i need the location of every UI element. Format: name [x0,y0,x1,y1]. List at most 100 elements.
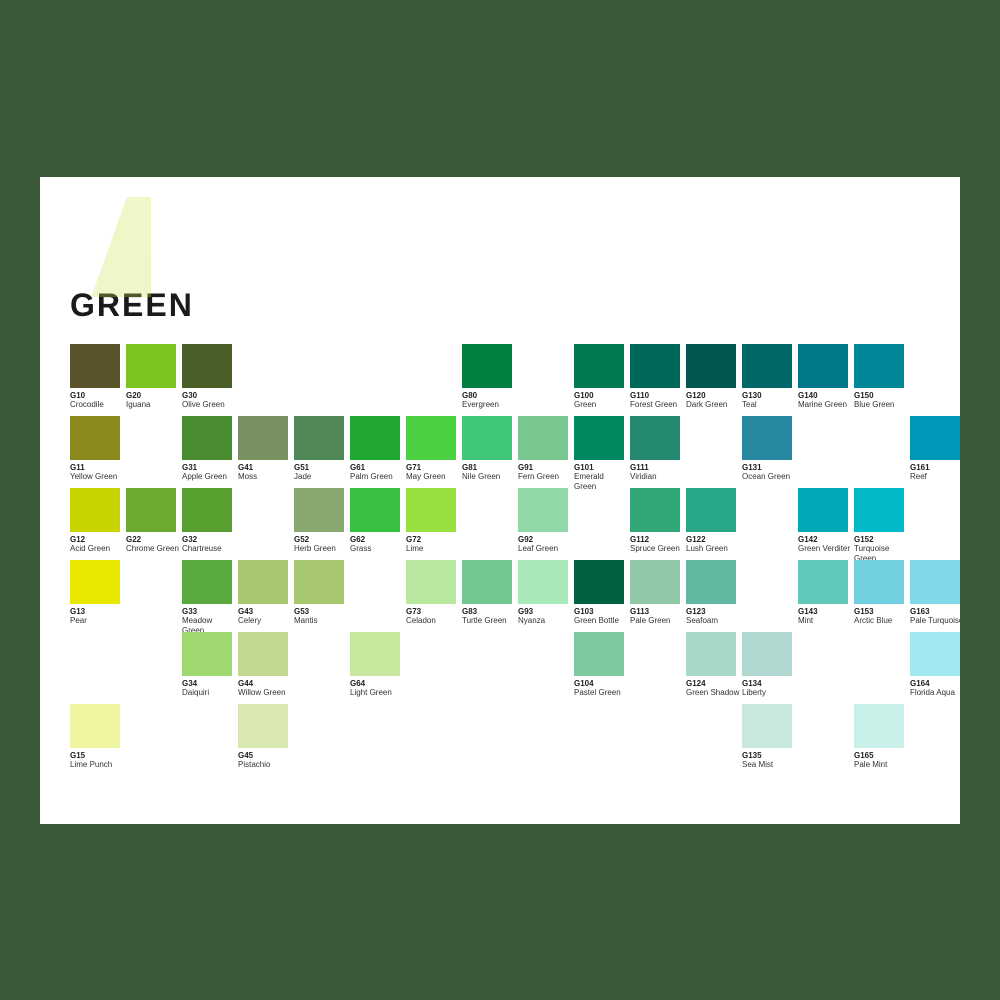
color-code: G93 [518,607,572,617]
color-code: G143 [798,607,852,617]
color-item: G80Evergreen [462,344,516,410]
color-item: G20Iguana [126,344,180,410]
color-swatch [798,344,848,388]
color-item: G134Liberty [742,632,796,698]
color-swatch [686,488,736,532]
color-code: G34 [182,679,236,689]
color-name: Jade [294,472,348,482]
color-code: G33 [182,607,236,617]
color-name: Daiquiri [182,688,236,698]
color-name: Willow Green [238,688,292,698]
color-swatch [350,416,400,460]
color-swatch [462,560,512,604]
color-item: G103Green Bottle [574,560,628,626]
color-item: G64Light Green [350,632,404,698]
color-swatch [294,416,344,460]
color-name: Reef [910,472,960,482]
color-swatch [742,704,792,748]
color-name: Grass [350,544,404,554]
color-swatch [574,416,624,460]
color-swatch [182,344,232,388]
color-name: Green Shadow [686,688,740,698]
color-code: G164 [910,679,960,689]
color-swatch [630,344,680,388]
color-swatch [798,560,848,604]
color-code: G31 [182,463,236,473]
color-code: G20 [126,391,180,401]
color-code: G73 [406,607,460,617]
color-item: G161Reef [910,416,960,482]
color-item: G110Forest Green [630,344,684,410]
color-item: G43Celery [238,560,292,626]
color-name: Pear [70,616,124,626]
color-code: G112 [630,535,684,545]
color-name: Pale Green [630,616,684,626]
color-swatch [686,632,736,676]
color-item: G165Pale Mint [854,704,908,770]
color-swatch [798,488,848,532]
color-code: G100 [574,391,628,401]
color-swatch [574,632,624,676]
color-swatch [518,560,568,604]
color-swatch [910,416,960,460]
color-item: G104Pastel Green [574,632,628,698]
color-grid: G10CrocodileG11Yellow GreenG12Acid Green… [70,344,930,794]
color-name: Emerald Green [574,472,628,491]
color-swatch [350,488,400,532]
color-item: G112Spruce Green [630,488,684,554]
color-code: G64 [350,679,404,689]
color-code: G130 [742,391,796,401]
color-code: G142 [798,535,852,545]
color-name: Green Verditer [798,544,852,554]
color-item: G83Turtle Green [462,560,516,626]
color-code: G52 [294,535,348,545]
color-swatch [742,632,792,676]
color-item: G45Pistachio [238,704,292,770]
color-item: G92Leaf Green [518,488,572,554]
color-name: May Green [406,472,460,482]
color-name: Fern Green [518,472,572,482]
color-code: G44 [238,679,292,689]
color-swatch [126,344,176,388]
color-code: G61 [350,463,404,473]
color-item: G11Yellow Green [70,416,124,482]
color-item: G122Lush Green [686,488,740,554]
color-item: G164Florida Aqua [910,632,960,698]
color-swatch [70,416,120,460]
color-code: G83 [462,607,516,617]
color-name: Chartreuse [182,544,236,554]
color-name: Celery [238,616,292,626]
color-code: G32 [182,535,236,545]
color-swatch [182,488,232,532]
color-item: G124Green Shadow [686,632,740,698]
color-swatch [854,704,904,748]
color-swatch [294,560,344,604]
color-name: Sea Mist [742,760,796,770]
color-item: G131Ocean Green [742,416,796,482]
color-swatch [574,344,624,388]
color-name: Lush Green [686,544,740,554]
color-item: G143Mint [798,560,852,626]
color-code: G11 [70,463,124,473]
color-swatch [238,560,288,604]
color-code: G161 [910,463,960,473]
color-code: G72 [406,535,460,545]
color-item: G140Marine Green [798,344,852,410]
color-swatch [630,488,680,532]
color-item: G93Nyanza [518,560,572,626]
color-swatch [406,560,456,604]
color-swatch [630,560,680,604]
color-swatch [910,632,960,676]
color-item: G142Green Verditer [798,488,852,554]
color-name: Teal [742,400,796,410]
color-swatch [518,416,568,460]
color-name: Crocodile [70,400,124,410]
color-name: Forest Green [630,400,684,410]
color-swatch [574,560,624,604]
color-swatch [686,560,736,604]
color-code: G131 [742,463,796,473]
color-name: Lime [406,544,460,554]
color-code: G13 [70,607,124,617]
watermark [100,197,180,317]
color-name: Acid Green [70,544,124,554]
